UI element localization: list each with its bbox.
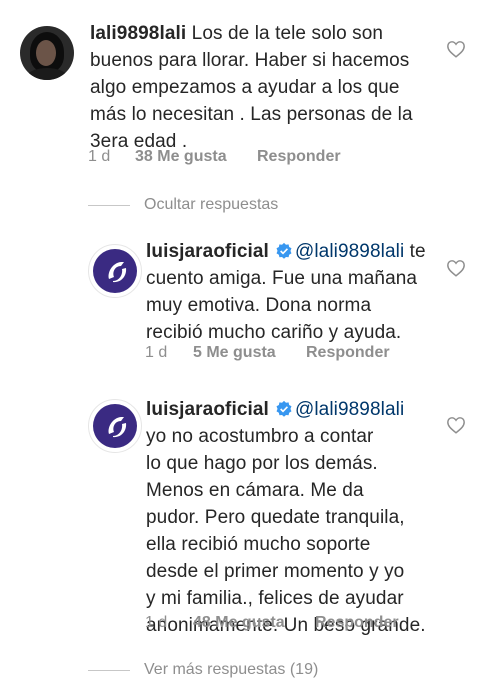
comment-time: 1 d — [88, 148, 111, 165]
comment-username[interactable]: lali9898lali — [90, 23, 186, 44]
avatar-face — [36, 40, 56, 66]
reply-likes[interactable]: 48 Me gusta — [193, 613, 285, 633]
reply-line: recibió mucho cariño y ayuda. — [146, 322, 402, 343]
reply-line: cuento amiga. Fue una mañana — [146, 268, 418, 289]
reply-mention[interactable]: @lali9898lali — [295, 399, 404, 420]
reply-username[interactable]: luisjaraoficial — [146, 399, 269, 420]
comment-meta: 1 d 38 Me gusta Responder — [88, 147, 408, 167]
reply-mention[interactable]: @lali9898lali — [295, 241, 404, 262]
reply-text: luisjaraoficial @lali9898lali te cuento … — [146, 238, 446, 346]
comment-line: algo empezamos a ayudar a los que — [90, 77, 400, 98]
hide-replies-button[interactable]: Ocultar respuestas — [144, 195, 278, 215]
comment-text: lali9898lali Los de la tele solo son bue… — [90, 20, 450, 155]
reply-meta: 1 d 5 Me gusta Responder — [145, 343, 445, 363]
reply-line: pudor. Pero quedate tranquila, — [146, 507, 405, 528]
logo-avatar-icon — [108, 262, 127, 283]
reply-line: muy emotiva. Dona norma — [146, 295, 372, 316]
reply-time: 1 d — [145, 614, 168, 631]
like-heart-icon[interactable] — [446, 416, 466, 434]
reply-item: luisjaraoficial @lali9898lali yo no acos… — [0, 395, 494, 645]
comment-reply-button[interactable]: Responder — [257, 147, 341, 167]
logo-avatar-icon — [108, 417, 127, 438]
comment-likes[interactable]: 38 Me gusta — [135, 147, 227, 167]
comment-line: más lo necesitan . Las personas de la — [90, 104, 413, 125]
reply-avatar[interactable] — [88, 244, 142, 298]
avatar-shoulder — [26, 68, 68, 80]
verified-badge-icon — [276, 400, 292, 417]
reply-meta: 1 d 48 Me gusta Responder — [145, 613, 445, 633]
hide-replies-row[interactable]: Ocultar respuestas — [0, 195, 494, 217]
reply-likes[interactable]: 5 Me gusta — [193, 343, 276, 363]
reply-reply-button[interactable]: Responder — [306, 343, 390, 363]
verified-badge-icon — [276, 242, 292, 259]
comment-line: buenos para llorar. Haber si hacemos — [90, 50, 410, 71]
reply-line: y mi familia., felices de ayudar — [146, 588, 404, 609]
more-replies-row[interactable]: Ver más respuestas (19) — [0, 660, 494, 682]
reply-item: luisjaraoficial @lali9898lali te cuento … — [0, 230, 494, 370]
reply-line: Menos en cámara. Me da — [146, 480, 364, 501]
reply-text: luisjaraoficial @lali9898lali yo no acos… — [146, 396, 446, 639]
reply-line: lo que hago por los demás. — [146, 453, 378, 474]
more-replies-line — [88, 670, 130, 671]
reply-avatar[interactable] — [88, 399, 142, 453]
reply-reply-button[interactable]: Responder — [315, 613, 399, 633]
more-replies-button[interactable]: Ver más respuestas (19) — [144, 660, 318, 680]
hide-replies-line — [88, 205, 130, 206]
reply-line: ella recibió mucho soporte — [146, 534, 371, 555]
like-heart-icon[interactable] — [446, 259, 466, 277]
user-avatar[interactable] — [20, 26, 74, 80]
like-heart-icon[interactable] — [446, 40, 466, 58]
reply-time: 1 d — [145, 344, 168, 361]
comment-main: lali9898lali Los de la tele solo son bue… — [0, 0, 494, 190]
reply-line: yo no acostumbro a contar — [146, 426, 374, 447]
comment-line: Los de la tele solo son — [191, 23, 384, 44]
reply-line: desde el primer momento y yo — [146, 561, 405, 582]
reply-username[interactable]: luisjaraoficial — [146, 241, 269, 262]
reply-line: te — [404, 241, 426, 262]
